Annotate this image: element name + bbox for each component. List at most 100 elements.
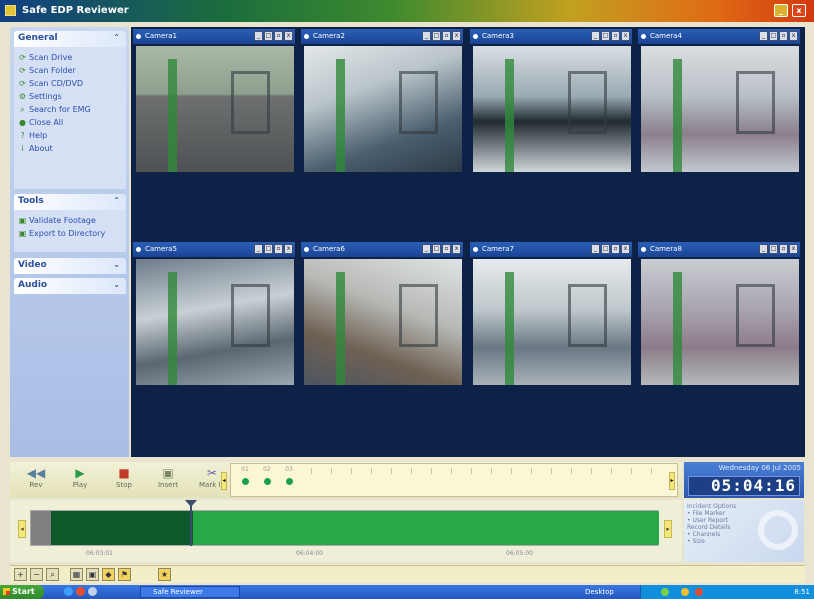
zoom-out-icon[interactable]: −: [30, 568, 43, 581]
start-button[interactable]: Start: [0, 585, 44, 599]
marker-icon[interactable]: ◆: [102, 568, 115, 581]
layout-icon[interactable]: ▦: [70, 568, 83, 581]
camera-header[interactable]: Camera2 _ □ ▫ x: [301, 29, 463, 44]
camera-close-icon[interactable]: x: [621, 244, 630, 254]
timeline-cursor[interactable]: [190, 500, 192, 546]
zoom-fit-icon[interactable]: ⌕: [46, 568, 59, 581]
camera-restore-icon[interactable]: ▫: [779, 31, 788, 41]
sidebar-item-scan-cd[interactable]: ⟳ Scan CD/DVD: [14, 77, 126, 90]
panel-tools-header[interactable]: Tools ⌃: [14, 194, 126, 210]
camera-feed[interactable]: [473, 259, 631, 385]
camera-view-2[interactable]: Camera2 _ □ ▫ x: [301, 29, 463, 175]
camera-feed[interactable]: [304, 46, 462, 172]
camera-view-1[interactable]: Camera1 _ □ ▫ x: [133, 29, 295, 175]
panel-audio-header[interactable]: Audio ⌄: [14, 278, 126, 294]
quicklaunch-browser-icon[interactable]: [64, 587, 73, 596]
camera-view-5[interactable]: Camera5 _ □ ▫ x: [133, 242, 295, 388]
camera-minimize-icon[interactable]: _: [759, 31, 768, 41]
sidebar-item-scan-folder[interactable]: ⟳ Scan Folder: [14, 64, 126, 77]
sidebar-item-validate[interactable]: ▣ Validate Footage: [14, 214, 126, 227]
sidebar-item-close-all[interactable]: ● Close All: [14, 116, 126, 129]
camera-header[interactable]: Camera3 _ □ ▫ x: [470, 29, 632, 44]
camera-maximize-icon[interactable]: □: [264, 244, 273, 254]
camera-minimize-icon[interactable]: _: [591, 31, 600, 41]
taskbar-desktop-label[interactable]: Desktop: [585, 585, 614, 599]
channel-03[interactable]: 03: [281, 466, 297, 485]
camera-feed[interactable]: [136, 46, 294, 172]
camera-minimize-icon[interactable]: _: [254, 244, 263, 254]
camera-close-icon[interactable]: x: [621, 31, 630, 41]
chevron-down-icon[interactable]: ⌄: [113, 280, 120, 289]
camera-header[interactable]: Camera6 _ □ ▫ x: [301, 242, 463, 257]
camera-view-3[interactable]: Camera3 _ □ ▫ x: [470, 29, 632, 175]
camera-header[interactable]: Camera7 _ □ ▫ x: [470, 242, 632, 257]
close-button[interactable]: x: [792, 4, 806, 17]
sidebar-item-scan-drive[interactable]: ⟳ Scan Drive: [14, 51, 126, 64]
channel-scroll-left[interactable]: ◂: [221, 472, 227, 490]
chevron-down-icon[interactable]: ⌄: [113, 260, 120, 269]
camera-restore-icon[interactable]: ▫: [611, 244, 620, 254]
security-icon[interactable]: [695, 588, 703, 596]
camera-close-icon[interactable]: x: [789, 244, 798, 254]
sidebar-item-help[interactable]: ? Help: [14, 129, 126, 142]
sidebar-item-about[interactable]: i About: [14, 142, 126, 155]
sidebar-item-export[interactable]: ▣ Export to Directory: [14, 227, 126, 240]
flag-icon[interactable]: ⚑: [118, 568, 131, 581]
camera-restore-icon[interactable]: ▫: [442, 31, 451, 41]
rev-button[interactable]: ◀◀ Rev: [18, 465, 54, 495]
timeline-strip[interactable]: [30, 510, 659, 546]
camera-header[interactable]: Camera8 _ □ ▫ x: [638, 242, 800, 257]
camera-header[interactable]: Camera1 _ □ ▫ x: [133, 29, 295, 44]
quicklaunch-media-icon[interactable]: [76, 587, 85, 596]
sidebar-item-settings[interactable]: ⚙ Settings: [14, 90, 126, 103]
camera-close-icon[interactable]: x: [284, 244, 293, 254]
insert-button[interactable]: ▣ Insert: [150, 465, 186, 495]
camera-maximize-icon[interactable]: □: [601, 31, 610, 41]
camera-maximize-icon[interactable]: □: [769, 244, 778, 254]
camera-feed[interactable]: [641, 46, 799, 172]
timeline[interactable]: ◂ ▸ 06:03:01 06:04:00 06:05:00: [10, 500, 682, 562]
camera-view-4[interactable]: Camera4 _ □ ▫ x: [638, 29, 800, 175]
camera-maximize-icon[interactable]: □: [264, 31, 273, 41]
chevron-up-icon[interactable]: ⌃: [113, 33, 120, 42]
camera-restore-icon[interactable]: ▫: [779, 244, 788, 254]
camera-feed[interactable]: [136, 259, 294, 385]
channel-01[interactable]: 01: [237, 466, 253, 485]
volume-icon[interactable]: [681, 588, 689, 596]
camera-close-icon[interactable]: x: [284, 31, 293, 41]
channel-02[interactable]: 02: [259, 466, 275, 485]
camera-close-icon[interactable]: x: [452, 244, 461, 254]
camera-feed[interactable]: [304, 259, 462, 385]
taskbar-app-button[interactable]: Safe Reviewer: [140, 586, 240, 598]
camera-minimize-icon[interactable]: _: [591, 244, 600, 254]
chevron-up-icon[interactable]: ⌃: [113, 196, 120, 205]
camera-restore-icon[interactable]: ▫: [274, 31, 283, 41]
stop-button[interactable]: ■ Stop: [106, 465, 142, 495]
network-icon[interactable]: [661, 588, 669, 596]
panel-general-header[interactable]: General ⌃: [14, 31, 126, 47]
camera-view-8[interactable]: Camera8 _ □ ▫ x: [638, 242, 800, 388]
camera-close-icon[interactable]: x: [452, 31, 461, 41]
camera-maximize-icon[interactable]: □: [769, 31, 778, 41]
camera-minimize-icon[interactable]: _: [254, 31, 263, 41]
camera-close-icon[interactable]: x: [789, 31, 798, 41]
camera-maximize-icon[interactable]: □: [432, 244, 441, 254]
play-button[interactable]: ▶ Play: [62, 465, 98, 495]
camera-view-6[interactable]: Camera6 _ □ ▫ x: [301, 242, 463, 388]
snapshot-icon[interactable]: ▣: [86, 568, 99, 581]
channel-scroll-right[interactable]: ▸: [669, 472, 675, 490]
camera-feed[interactable]: [473, 46, 631, 172]
timeline-left-arrow[interactable]: ◂: [18, 520, 26, 538]
timeline-right-arrow[interactable]: ▸: [664, 520, 672, 538]
quicklaunch-desktop-icon[interactable]: [88, 587, 97, 596]
camera-minimize-icon[interactable]: _: [759, 244, 768, 254]
camera-view-7[interactable]: Camera7 _ □ ▫ x: [470, 242, 632, 388]
bookmark-icon[interactable]: ★: [158, 568, 171, 581]
camera-restore-icon[interactable]: ▫: [611, 31, 620, 41]
camera-maximize-icon[interactable]: □: [601, 244, 610, 254]
camera-header[interactable]: Camera5 _ □ ▫ x: [133, 242, 295, 257]
zoom-in-icon[interactable]: +: [14, 568, 27, 581]
camera-header[interactable]: Camera4 _ □ ▫ x: [638, 29, 800, 44]
camera-minimize-icon[interactable]: _: [422, 31, 431, 41]
camera-maximize-icon[interactable]: □: [432, 31, 441, 41]
